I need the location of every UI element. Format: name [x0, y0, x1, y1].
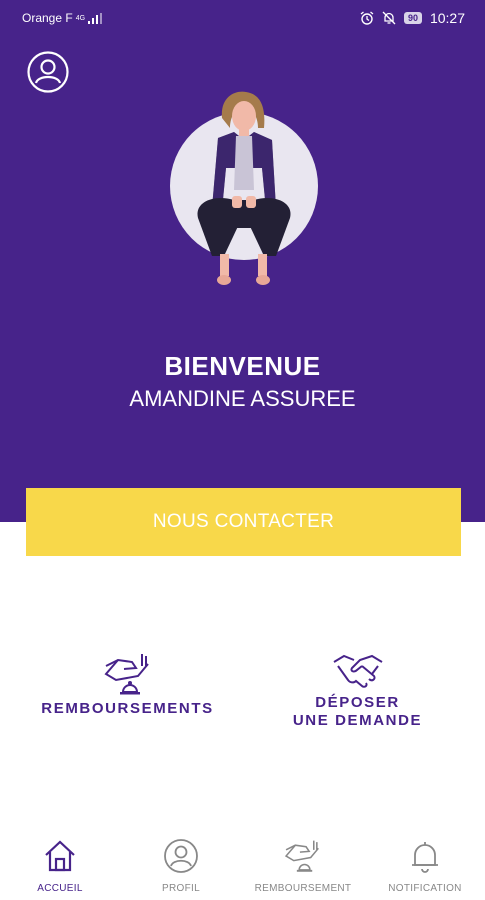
welcome-block: BIENVENUE AMANDINE ASSUREE — [0, 351, 485, 412]
user-circle-icon — [164, 839, 198, 873]
nav-reimbursement[interactable]: REMBOURSEMENT — [253, 838, 353, 894]
status-bar: Orange F 4G 90 10:27 — [0, 0, 485, 36]
nav-notification-label: NOTIFICATION — [388, 883, 462, 894]
battery-indicator: 90 — [403, 12, 422, 24]
hand-coin-icon — [284, 840, 319, 872]
bottom-navigation: ACCUEIL PROFIL REMBOURSEMENT NOTIFICATIO… — [0, 830, 485, 900]
network-type: 4G — [75, 14, 86, 22]
nav-home[interactable]: ACCUEIL — [10, 838, 110, 894]
hand-coin-icon — [103, 654, 149, 695]
nav-notification[interactable]: NOTIFICATION — [375, 838, 475, 894]
nav-reimbursement-label: REMBOURSEMENT — [254, 883, 352, 894]
submit-request-label-1: DÉPOSER — [315, 694, 400, 711]
home-icon — [45, 840, 75, 872]
bell-icon — [412, 842, 438, 873]
submit-request-label-2: UNE DEMANDE — [292, 712, 423, 729]
carrier-name: Orange F — [22, 11, 73, 25]
submit-request-action[interactable]: DÉPOSER UNE DEMANDE — [270, 652, 445, 730]
person-sitting-illustration — [170, 91, 318, 285]
clock: 10:27 — [429, 10, 465, 26]
reimbursements-action[interactable]: REMBOURSEMENTS — [30, 652, 225, 718]
user-name: AMANDINE ASSUREE — [129, 386, 356, 411]
mute-bell-icon — [382, 11, 396, 25]
contact-button[interactable]: NOUS CONTACTER — [26, 488, 461, 556]
nav-home-label: ACCUEIL — [37, 883, 83, 894]
welcome-title: BIENVENUE — [164, 351, 321, 381]
hero-header: Orange F 4G 90 10:27 BIENVENUE AMANDINE … — [0, 0, 485, 522]
profile-button[interactable] — [26, 50, 70, 94]
status-left: Orange F 4G — [22, 11, 103, 25]
nav-profile[interactable]: PROFIL — [131, 838, 231, 894]
alarm-icon — [360, 11, 374, 25]
nav-profile-label: PROFIL — [162, 883, 200, 894]
signal-icon — [88, 12, 103, 24]
status-right: 90 10:27 — [360, 10, 465, 26]
welcome-illustration — [160, 88, 330, 298]
reimbursements-label: REMBOURSEMENTS — [41, 700, 214, 717]
user-circle-icon — [27, 51, 69, 93]
handshake-icon — [332, 654, 383, 688]
